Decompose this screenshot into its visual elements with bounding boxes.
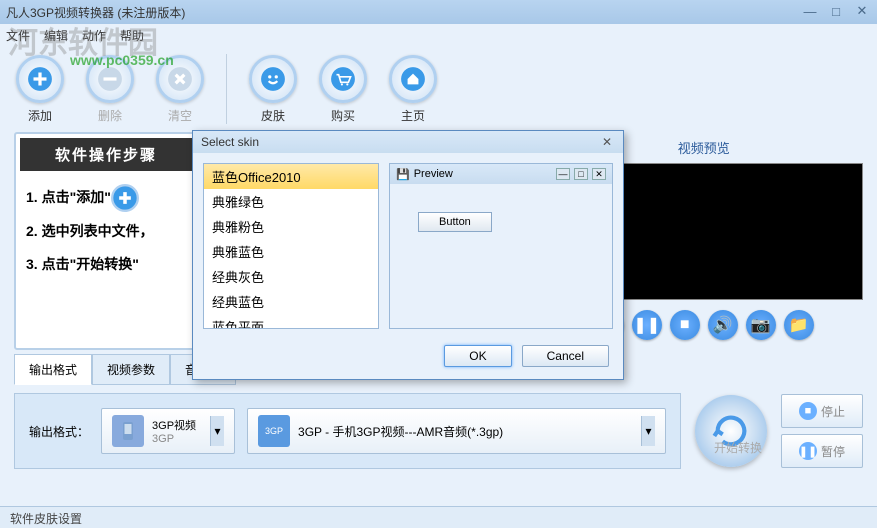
x-icon [156, 55, 204, 103]
skin-item[interactable]: 蓝色Office2010 [204, 164, 378, 189]
chevron-down-icon: ▾ [641, 416, 655, 446]
steps-panel: 软件操作步骤 1. 点击"添加" 2. 选中列表中文件， 3. 点击"开始转换" [14, 132, 198, 350]
clear-button[interactable]: 清空 [156, 55, 204, 124]
skin-item[interactable]: 经典蓝色 [204, 289, 378, 314]
format-profile-dropdown[interactable]: 3GP 3GP - 手机3GP视频---AMR音频(*.3gp) ▾ [247, 408, 666, 454]
smile-icon [249, 55, 297, 103]
snapshot-button[interactable]: 📷 [746, 310, 776, 340]
sample-button[interactable]: Button [418, 212, 492, 232]
tab-output-format[interactable]: 输出格式 [14, 354, 92, 385]
step-2: 2. 选中列表中文件， [26, 215, 186, 249]
menu-bar: 文件 编辑 动作 帮助 [0, 24, 877, 46]
maximize-button[interactable]: □ [827, 2, 845, 20]
pause-button[interactable]: ❚❚ [632, 310, 662, 340]
home-button[interactable]: 主页 [389, 55, 437, 124]
pause-icon: ❚❚ [799, 442, 817, 460]
home-icon [389, 55, 437, 103]
cancel-button[interactable]: Cancel [522, 345, 609, 367]
add-button[interactable]: 添加 [16, 55, 64, 124]
window-title: 凡人3GP视频转换器 (未注册版本) [6, 4, 185, 21]
skin-item[interactable]: 典雅蓝色 [204, 239, 378, 264]
toolbar-separator [226, 54, 227, 124]
preview-close-icon[interactable]: ✕ [592, 168, 606, 180]
menu-file[interactable]: 文件 [6, 27, 30, 44]
output-format-panel: 输出格式： 3GP视频 3GP ▾ 3GP 3GP - 手机3GP视频---AM… [14, 393, 681, 469]
open-folder-button[interactable]: 📁 [784, 310, 814, 340]
skin-button[interactable]: 皮肤 [249, 55, 297, 124]
disk-icon: 💾 [396, 168, 410, 181]
plus-icon [111, 184, 139, 212]
close-button[interactable]: ✕ [853, 2, 871, 20]
remove-button[interactable]: 删除 [86, 55, 134, 124]
cart-icon [319, 55, 367, 103]
skin-preview-box: 💾 Preview — □ ✕ Button [389, 163, 613, 329]
menu-edit[interactable]: 编辑 [44, 27, 68, 44]
stop-convert-button[interactable]: ■停止 [781, 394, 863, 428]
stop-icon: ■ [799, 402, 817, 420]
chevron-down-icon: ▾ [210, 416, 224, 446]
menu-action[interactable]: 动作 [82, 27, 106, 44]
steps-header: 软件操作步骤 [20, 138, 192, 171]
convert-label: 开始转换 [714, 439, 762, 456]
preview-label: Preview [414, 168, 453, 180]
dialog-close-button[interactable]: ✕ [599, 134, 615, 150]
file-3gp-icon: 3GP [258, 415, 290, 447]
main-toolbar: 添加 删除 清空 皮肤 购买 主页 [0, 46, 877, 132]
start-convert-button[interactable] [695, 395, 767, 467]
device-icon [112, 415, 144, 447]
skin-item[interactable]: 经典灰色 [204, 264, 378, 289]
step-3: 3. 点击"开始转换" [26, 248, 186, 282]
skin-item[interactable]: 蓝色平面 [204, 314, 378, 329]
pause-convert-button[interactable]: ❚❚暂停 [781, 434, 863, 468]
minimize-button[interactable]: — [801, 2, 819, 20]
window-titlebar: 凡人3GP视频转换器 (未注册版本) — □ ✕ [0, 0, 877, 24]
stop-button[interactable]: ■ [670, 310, 700, 340]
output-label: 输出格式： [29, 423, 89, 440]
skin-item[interactable]: 典雅粉色 [204, 214, 378, 239]
step-1: 1. 点击"添加" [26, 181, 186, 215]
preview-minimize-icon[interactable]: — [556, 168, 570, 180]
preview-maximize-icon[interactable]: □ [574, 168, 588, 180]
dialog-titlebar[interactable]: Select skin ✕ [193, 131, 623, 153]
format-category-dropdown[interactable]: 3GP视频 3GP ▾ [101, 408, 235, 454]
skin-listbox[interactable]: 蓝色Office2010 典雅绿色 典雅粉色 典雅蓝色 经典灰色 经典蓝色 蓝色… [203, 163, 379, 329]
ok-button[interactable]: OK [444, 345, 511, 367]
volume-button[interactable]: 🔊 [708, 310, 738, 340]
status-bar: 软件皮肤设置 [0, 506, 877, 528]
tab-video-params[interactable]: 视频参数 [92, 354, 170, 385]
skin-item[interactable]: 典雅绿色 [204, 189, 378, 214]
minus-icon [86, 55, 134, 103]
dialog-title: Select skin [201, 135, 259, 149]
menu-help[interactable]: 帮助 [120, 27, 144, 44]
select-skin-dialog: Select skin ✕ 蓝色Office2010 典雅绿色 典雅粉色 典雅蓝… [192, 130, 624, 380]
buy-button[interactable]: 购买 [319, 55, 367, 124]
plus-icon [16, 55, 64, 103]
